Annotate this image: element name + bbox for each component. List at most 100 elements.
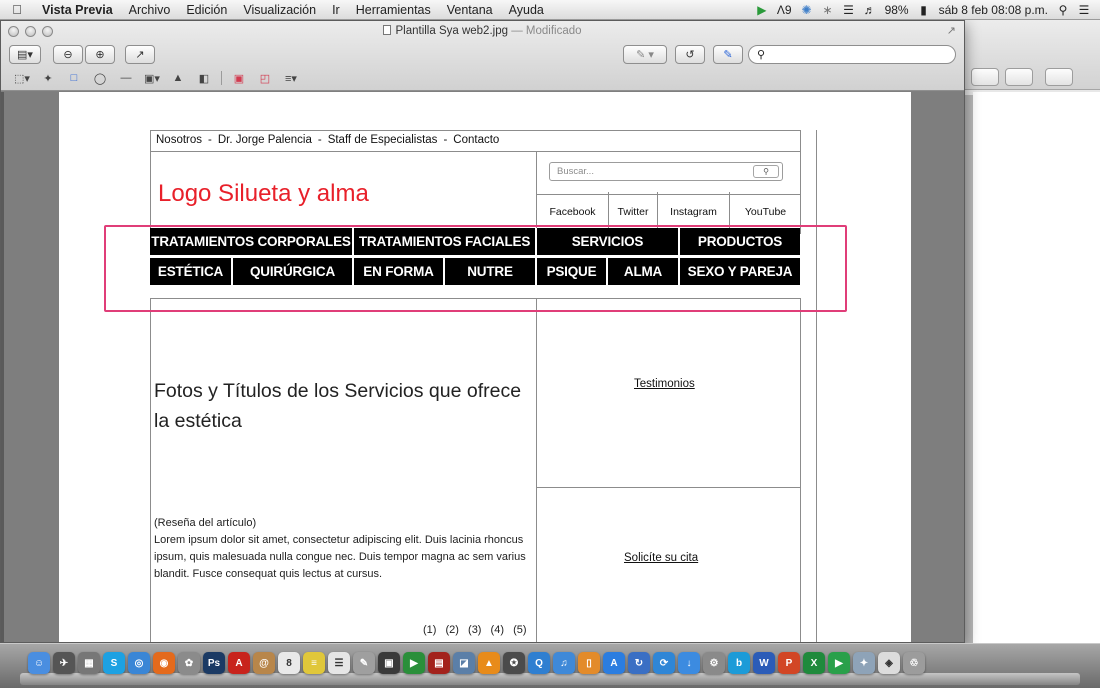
acrobat-icon[interactable]: A bbox=[228, 652, 250, 674]
notes-icon[interactable]: ≡ bbox=[303, 652, 325, 674]
vlc-icon[interactable]: ▲ bbox=[478, 652, 500, 674]
photo-icon[interactable]: ▤ bbox=[428, 652, 450, 674]
nav-link-nosotros[interactable]: Nosotros bbox=[156, 134, 202, 146]
adjust-color-icon[interactable]: ▲ bbox=[165, 72, 191, 84]
sidebar-toggle-button[interactable]: ▤▾ bbox=[9, 45, 41, 64]
network-icon[interactable]: ✦ bbox=[853, 652, 875, 674]
page-link-4[interactable]: (4) bbox=[491, 624, 504, 636]
background-scrollbar[interactable] bbox=[965, 95, 973, 655]
skype-icon[interactable]: S bbox=[103, 652, 125, 674]
launchpad-icon[interactable]: ✈ bbox=[53, 652, 75, 674]
testimonios-link[interactable]: Testimonios bbox=[634, 378, 695, 390]
clock[interactable]: sáb 8 feb 08:08 p.m. bbox=[939, 3, 1048, 17]
volume-icon[interactable]: ♬ bbox=[864, 3, 876, 17]
photoshop-icon[interactable]: Ps bbox=[203, 652, 225, 674]
menu-ayuda[interactable]: Ayuda bbox=[501, 3, 552, 17]
iphoto-icon[interactable]: ◪ bbox=[453, 652, 475, 674]
toolbar-separator bbox=[221, 71, 222, 85]
nav-link-staff[interactable]: Staff de Especialistas bbox=[328, 134, 438, 146]
facetime-icon[interactable]: ▶ bbox=[403, 652, 425, 674]
share-button[interactable]: ↗ bbox=[125, 45, 155, 64]
page-link-5[interactable]: (5) bbox=[513, 624, 526, 636]
photobooth-icon[interactable]: ▣ bbox=[378, 652, 400, 674]
wifi-icon[interactable]: ☰ bbox=[843, 3, 855, 17]
fill-color-icon[interactable]: ◰ bbox=[252, 72, 278, 85]
menu-edicion[interactable]: Edición bbox=[178, 3, 235, 17]
utility-icon[interactable]: ✿ bbox=[178, 652, 200, 674]
powerpoint-icon[interactable]: P bbox=[778, 652, 800, 674]
bluetooth-icon[interactable]: ∗ bbox=[822, 3, 834, 17]
menu-archivo[interactable]: Archivo bbox=[121, 3, 179, 17]
rectangle-shape-icon[interactable]: □ bbox=[61, 72, 87, 84]
spotlight-icon[interactable]: ⚲ bbox=[1057, 3, 1069, 17]
trash-icon[interactable]: ♲ bbox=[903, 652, 925, 674]
itunes-icon[interactable]: ♫ bbox=[553, 652, 575, 674]
firefox-icon[interactable]: ◉ bbox=[153, 652, 175, 674]
page-right-guide bbox=[816, 130, 817, 642]
edit-toolbar-button[interactable]: ✎ bbox=[713, 45, 743, 64]
text-tool-icon[interactable]: ▣▾ bbox=[139, 72, 165, 85]
instant-alpha-icon[interactable]: ✦ bbox=[35, 72, 61, 85]
adobe-status-icon[interactable]: Λ9 bbox=[777, 3, 792, 17]
battery-percent[interactable]: 98% bbox=[885, 3, 909, 17]
contacts-icon[interactable]: @ bbox=[253, 652, 275, 674]
battery-icon[interactable]: ▮ bbox=[918, 3, 930, 17]
wireframe-search-button[interactable]: ⚲ bbox=[753, 165, 779, 178]
fullscreen-icon[interactable]: ↗ bbox=[947, 24, 956, 37]
menu-visualizacion[interactable]: Visualización bbox=[235, 3, 324, 17]
safari-icon[interactable]: ◎ bbox=[128, 652, 150, 674]
wireframe-search-input[interactable]: Buscar... ⚲ bbox=[549, 162, 783, 181]
apple-icon[interactable]:  bbox=[0, 2, 34, 17]
media-icon[interactable]: ▶ bbox=[828, 652, 850, 674]
background-toolbar-button[interactable] bbox=[971, 68, 999, 86]
document-viewport[interactable]: Nosotros - Dr. Jorge Palencia - Staff de Esp… bbox=[1, 92, 964, 642]
media-status-icon[interactable]: ▶ bbox=[756, 3, 768, 17]
calendar-icon[interactable]: 8 bbox=[278, 652, 300, 674]
background-toolbar-button[interactable] bbox=[1005, 68, 1033, 86]
notification-center-icon[interactable]: ☰ bbox=[1078, 3, 1090, 17]
dock-shelf bbox=[20, 673, 1080, 685]
page-link-2[interactable]: (2) bbox=[446, 624, 459, 636]
preview-icon[interactable]: ✎ bbox=[353, 652, 375, 674]
menu-ventana[interactable]: Ventana bbox=[439, 3, 501, 17]
migration-icon[interactable]: ↻ bbox=[628, 652, 650, 674]
nav-link-contacto[interactable]: Contacto bbox=[453, 134, 499, 146]
menu-highlight-annotation[interactable] bbox=[104, 225, 847, 312]
border-color-icon[interactable]: ▣ bbox=[226, 72, 252, 85]
unity-icon[interactable]: ◈ bbox=[878, 652, 900, 674]
blurb-icon[interactable]: b bbox=[728, 652, 750, 674]
ibooks-icon[interactable]: ▯ bbox=[578, 652, 600, 674]
appstore-icon[interactable]: A bbox=[603, 652, 625, 674]
system-app-icon[interactable]: ▦ bbox=[78, 652, 100, 674]
finder-icon[interactable]: ☺ bbox=[28, 652, 50, 674]
download-icon[interactable]: ↓ bbox=[678, 652, 700, 674]
oval-shape-icon[interactable]: ◯ bbox=[87, 72, 113, 85]
zoom-in-button[interactable]: ⊕ bbox=[85, 45, 115, 64]
line-shape-icon[interactable]: — bbox=[113, 72, 139, 84]
quicktime-icon[interactable]: Q bbox=[528, 652, 550, 674]
rect-selection-icon[interactable]: ⬚▾ bbox=[9, 72, 35, 85]
status-area: ▶ Λ9 ✺ ∗ ☰ ♬ 98% ▮ sáb 8 feb 08:08 p.m. … bbox=[756, 3, 1100, 17]
nav-link-dr-jorge-palencia[interactable]: Dr. Jorge Palencia bbox=[218, 134, 312, 146]
reminders-icon[interactable]: ☰ bbox=[328, 652, 350, 674]
window-search-field[interactable]: ⚲ bbox=[748, 45, 956, 64]
annotate-button[interactable]: ✎ ▾ bbox=[623, 45, 667, 64]
line-style-icon[interactable]: ≡▾ bbox=[278, 72, 304, 85]
preferences-icon[interactable]: ⚙ bbox=[703, 652, 725, 674]
background-toolbar-button[interactable] bbox=[1045, 68, 1073, 86]
sync-status-icon[interactable]: ✺ bbox=[801, 3, 813, 17]
word-icon[interactable]: W bbox=[753, 652, 775, 674]
imovie-icon[interactable]: ✪ bbox=[503, 652, 525, 674]
zoom-out-button[interactable]: ⊖ bbox=[53, 45, 83, 64]
menu-ir[interactable]: Ir bbox=[324, 3, 348, 17]
sync-icon[interactable]: ⟳ bbox=[653, 652, 675, 674]
nav-separator: - bbox=[317, 134, 322, 146]
excel-icon[interactable]: X bbox=[803, 652, 825, 674]
menu-herramientas[interactable]: Herramientas bbox=[348, 3, 439, 17]
rotate-button[interactable]: ↺ bbox=[675, 45, 705, 64]
page-link-3[interactable]: (3) bbox=[468, 624, 481, 636]
solicite-cita-link[interactable]: Solicíte su cita bbox=[624, 552, 698, 564]
page-link-1[interactable]: (1) bbox=[423, 624, 436, 636]
crop-icon[interactable]: ◧ bbox=[191, 72, 217, 85]
menu-app-name[interactable]: Vista Previa bbox=[34, 3, 121, 17]
